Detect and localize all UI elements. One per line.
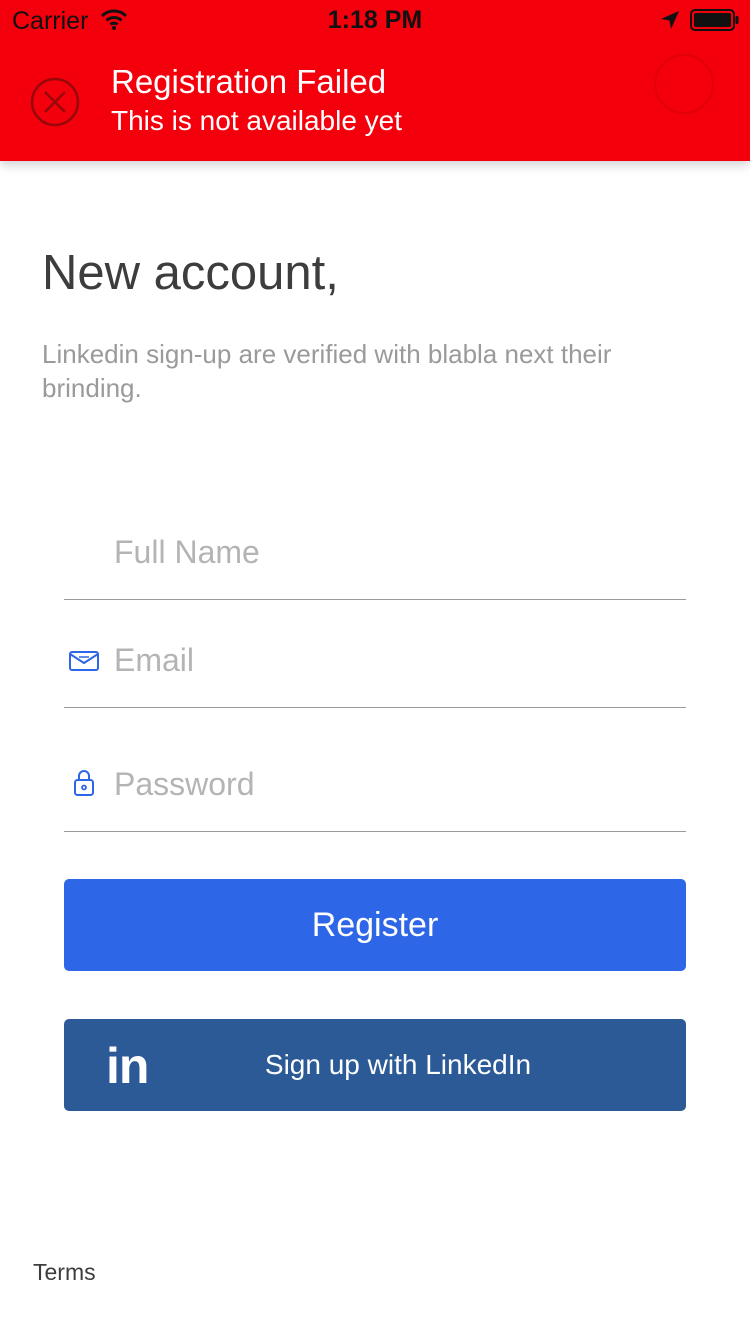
- page-title: New account,: [42, 246, 339, 300]
- close-circle-icon[interactable]: [30, 77, 80, 127]
- battery-icon: [690, 9, 739, 31]
- full-name-input[interactable]: [114, 527, 674, 577]
- email-input[interactable]: [114, 635, 674, 685]
- alert-message: This is not available yet: [111, 105, 403, 136]
- full-name-field: [64, 525, 686, 600]
- email-field: [64, 633, 686, 708]
- linkedin-button-label: Sign up with LinkedIn: [264, 1049, 532, 1080]
- status-bar: Carrier 1:18 PM: [0, 0, 750, 40]
- password-field: [64, 757, 686, 832]
- alert-title: Registration Failed: [111, 63, 387, 100]
- location-arrow-icon: [661, 11, 679, 29]
- password-input[interactable]: [114, 759, 674, 809]
- alert-banner[interactable]: Carrier 1:18 PM Registration Failed This…: [0, 0, 750, 161]
- register-button-label: Register: [311, 906, 439, 944]
- page-subtitle: Linkedin sign-up are verified with blabl…: [42, 339, 612, 403]
- lock-icon: [74, 770, 94, 796]
- clock: 1:18 PM: [327, 6, 423, 34]
- linkedin-signup-button[interactable]: in Sign up with LinkedIn: [64, 1019, 686, 1111]
- registration-screen: Carrier 1:18 PM Registration Failed This…: [0, 0, 750, 1334]
- alert-ghost-circle: [654, 54, 714, 114]
- register-button[interactable]: Register: [64, 879, 686, 971]
- terms-link[interactable]: Terms: [33, 1259, 96, 1286]
- envelope-icon: [69, 651, 99, 671]
